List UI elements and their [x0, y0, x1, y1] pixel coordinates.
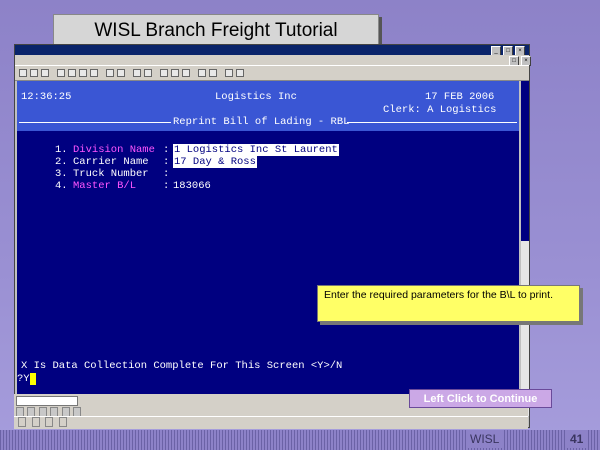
connect-icon[interactable] — [106, 69, 114, 77]
slide-title: WISL Branch Freight Tutorial — [53, 14, 379, 48]
terminal-screen[interactable]: 12:36:25 Logistics Inc 17 FEB 2006 Clerk… — [17, 81, 519, 416]
record-icon[interactable] — [198, 69, 206, 77]
scrollbar-thumb[interactable] — [521, 81, 529, 241]
terminal-company: Logistics Inc — [215, 91, 297, 103]
new-icon[interactable] — [19, 69, 27, 77]
status-field — [16, 396, 78, 406]
menu-bar: □ × — [15, 55, 531, 66]
transfer-icon[interactable] — [182, 69, 190, 77]
instruction-callout: Enter the required parameters for the B\… — [317, 285, 580, 322]
keyboard-icon[interactable] — [171, 69, 179, 77]
title-divider-left — [19, 122, 171, 123]
terminal-app-window: _ □ × □ × 12:36:25 Logistics Inc 17 FEB … — [14, 44, 531, 428]
save-icon[interactable] — [41, 69, 49, 77]
font-icon[interactable] — [144, 69, 152, 77]
terminal-time: 12:36:25 — [21, 91, 72, 103]
title-divider-right — [347, 122, 517, 123]
taskbar-item[interactable] — [31, 417, 40, 427]
paste-icon[interactable] — [90, 69, 98, 77]
field-4-colon: : — [163, 180, 170, 192]
field-2-number: 2. — [55, 156, 68, 168]
text-cursor — [29, 373, 36, 385]
settings-icon[interactable] — [133, 69, 141, 77]
completion-prompt: X Is Data Collection Complete For This S… — [21, 360, 343, 372]
command-input[interactable]: ?Y — [17, 373, 36, 385]
terminal-date: 17 FEB 2006 — [425, 91, 495, 103]
toolbar — [15, 65, 529, 81]
field-3-label: Truck Number — [73, 168, 149, 180]
field-1-number: 1. — [55, 144, 68, 156]
terminal-screen-title: Reprint Bill of Lading - RBL — [173, 116, 350, 128]
field-2-colon: : — [163, 156, 170, 168]
field-1-colon: : — [163, 144, 170, 156]
continue-button[interactable]: Left Click to Continue — [409, 389, 552, 408]
field-3-number: 3. — [55, 168, 68, 180]
taskbar — [14, 416, 528, 429]
window-title-bar: _ □ × — [15, 45, 529, 56]
whats-this-icon[interactable] — [236, 69, 244, 77]
help-icon[interactable] — [225, 69, 233, 77]
footer-band — [0, 430, 600, 450]
copy-icon[interactable] — [79, 69, 87, 77]
field-1-label: Division Name — [73, 144, 155, 156]
taskbar-item[interactable] — [59, 417, 68, 427]
master-bl-field[interactable]: 183066 — [173, 180, 211, 192]
carrier-name-field[interactable]: 17 Day & Ross — [173, 156, 257, 168]
field-2-label: Carrier Name — [73, 156, 149, 168]
cut-icon[interactable] — [68, 69, 76, 77]
page-number: 41 — [566, 430, 588, 448]
vertical-scrollbar[interactable] — [521, 81, 529, 416]
footer-brand: WISL — [466, 430, 504, 448]
field-4-label: Master B/L — [73, 180, 137, 192]
start-button[interactable] — [18, 417, 26, 427]
division-name-field[interactable]: 1 Logistics Inc St Laurent — [173, 144, 339, 156]
taskbar-item[interactable] — [45, 417, 54, 427]
field-4-number: 4. — [55, 180, 68, 192]
open-icon[interactable] — [30, 69, 38, 77]
field-3-colon: : — [163, 168, 170, 180]
command-input-text: ?Y — [17, 373, 30, 385]
print-icon[interactable] — [57, 69, 65, 77]
terminal-clerk: Clerk: A Logistics — [383, 104, 497, 116]
macro-icon[interactable] — [160, 69, 168, 77]
disconnect-icon[interactable] — [117, 69, 125, 77]
play-icon[interactable] — [209, 69, 217, 77]
